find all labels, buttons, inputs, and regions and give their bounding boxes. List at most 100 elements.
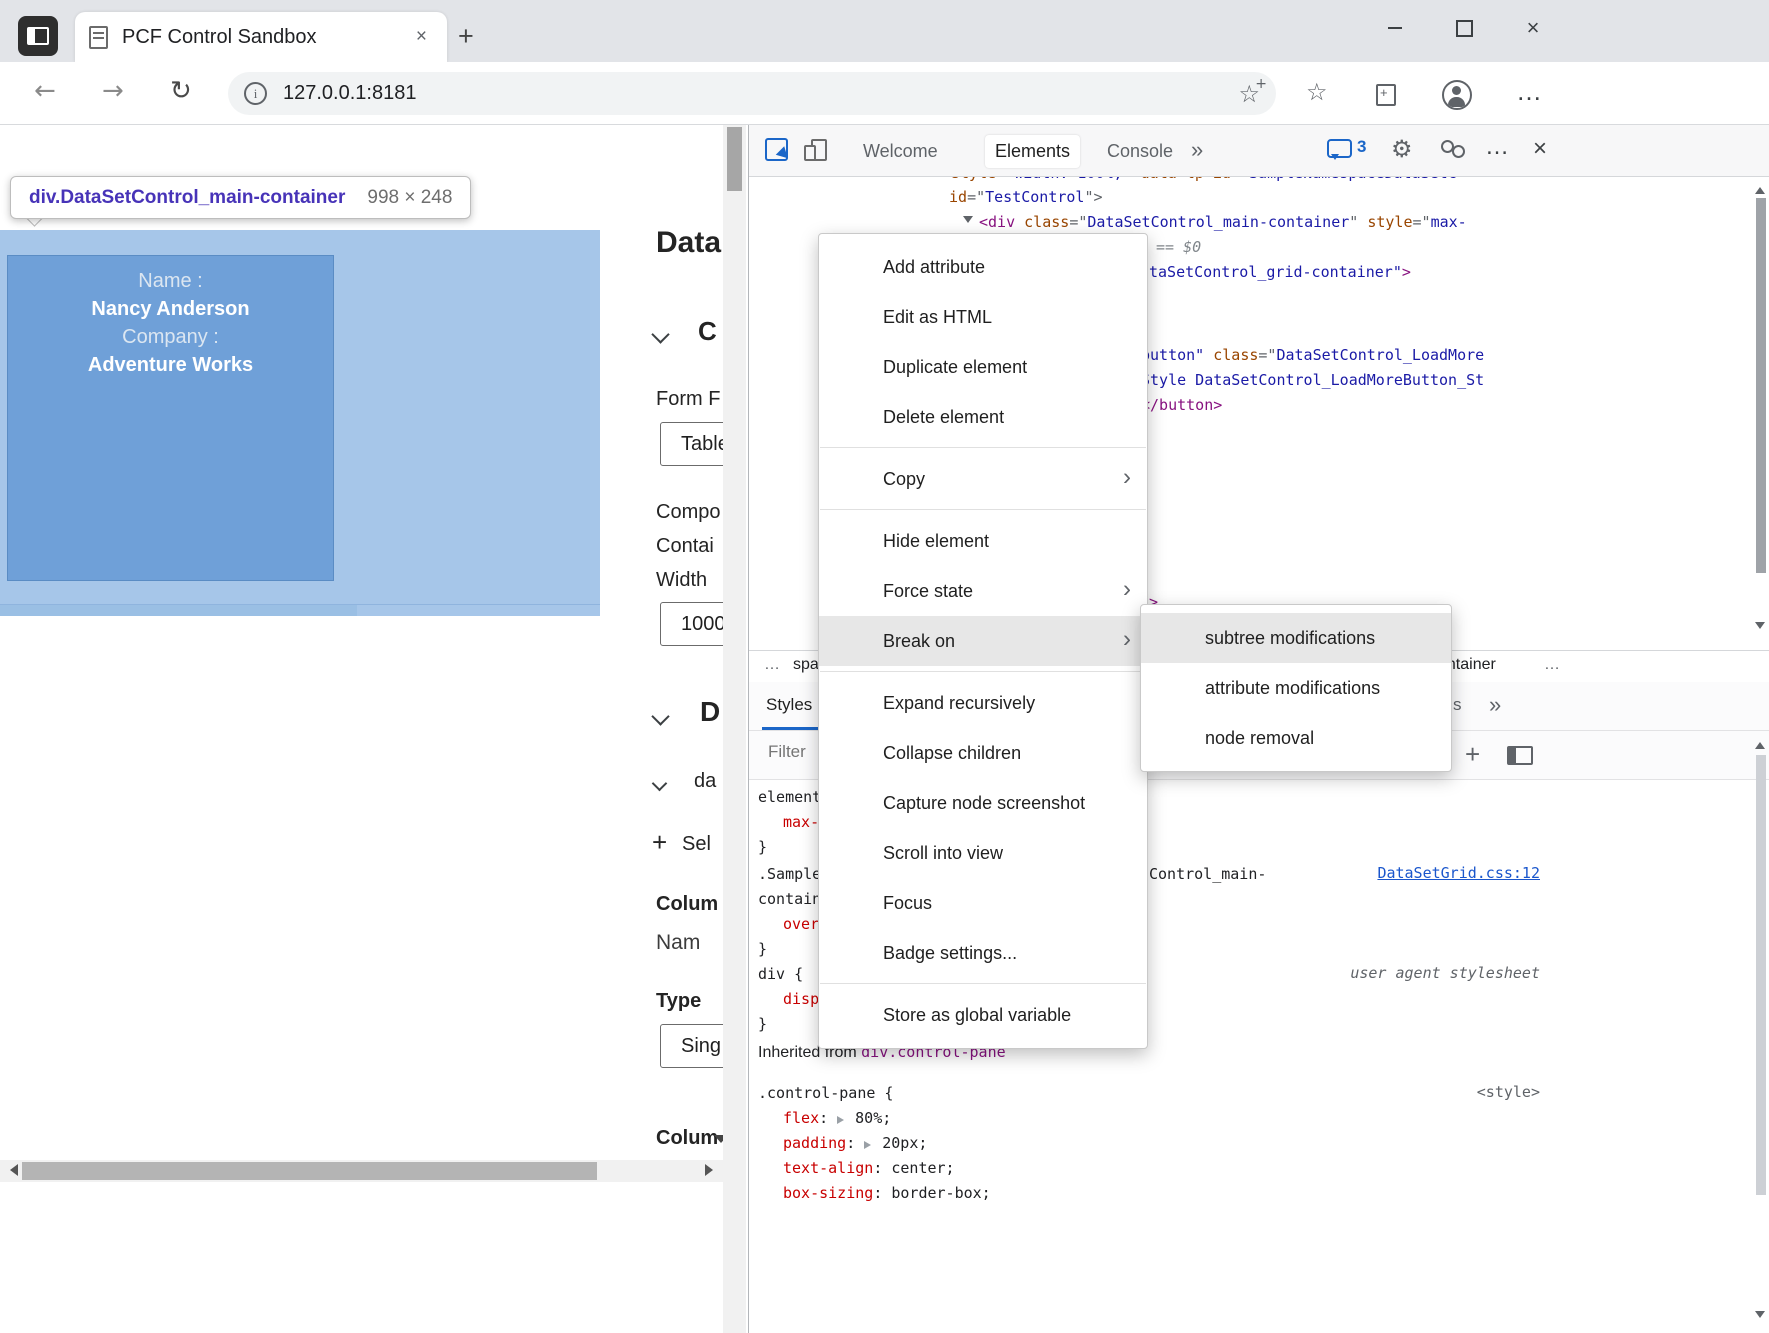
select-column-link[interactable]: Sel (682, 833, 711, 856)
breadcrumb-ellipsis[interactable]: … (1544, 656, 1560, 674)
devtools-menu-icon[interactable]: … (1485, 133, 1510, 161)
company-label: Company : (7, 323, 334, 351)
browser-tab[interactable]: PCF Control Sandbox × (75, 12, 447, 62)
refresh-button[interactable]: ↻ (170, 76, 192, 106)
code-fragment: </button> (1141, 395, 1222, 415)
vertical-scroll-thumb[interactable] (727, 127, 742, 191)
sidebar-toggle-icon[interactable] (1507, 746, 1533, 765)
code-fragment: flex:80%; (783, 1108, 891, 1128)
menu-item[interactable]: Break on› (819, 616, 1147, 666)
scroll-up-icon[interactable] (1755, 737, 1765, 749)
more-tabs-icon[interactable]: » (1191, 137, 1203, 163)
window-minimize-button[interactable] (1372, 8, 1418, 48)
forward-button[interactable]: → (102, 76, 124, 106)
menu-item[interactable]: Badge settings... (819, 928, 1147, 978)
menu-item[interactable]: subtree modifications (1141, 613, 1451, 663)
code-fragment: taSetControl_grid-container"> (1149, 262, 1411, 282)
menu-item[interactable]: Focus (819, 878, 1147, 928)
inspect-element-icon[interactable] (765, 138, 788, 161)
user-agent-stylesheet-note: user agent stylesheet (1350, 964, 1540, 982)
tab-welcome[interactable]: Welcome (853, 135, 948, 168)
workspace-icon[interactable] (18, 16, 58, 56)
menu-item[interactable]: Expand recursively (819, 678, 1147, 728)
code-fragment: box-sizing: border-box; (783, 1183, 991, 1203)
settings-gear-icon[interactable]: ⚙ (1391, 135, 1413, 163)
stylesheet-link[interactable]: DataSetGrid.css:12 (1377, 864, 1540, 882)
menu-item-label: Focus (883, 893, 932, 914)
chevron-down-icon[interactable] (652, 776, 668, 792)
tab-close-icon[interactable]: × (410, 24, 433, 50)
favorites-icon[interactable]: ☆ (1306, 78, 1328, 106)
menu-item[interactable]: Delete element (819, 392, 1147, 442)
menu-item[interactable]: Store as global variable (819, 990, 1147, 1040)
issues-count: 3 (1357, 137, 1366, 157)
clipped-tab-label[interactable]: s (1453, 695, 1462, 715)
scroll-right-icon[interactable] (705, 1164, 719, 1176)
elements-scroll-thumb[interactable] (1756, 198, 1766, 573)
scroll-down-icon[interactable] (1755, 622, 1765, 634)
window-maximize-button[interactable] (1441, 8, 1487, 48)
type-label: Type (656, 990, 701, 1013)
form-factor-select[interactable]: Table (660, 422, 723, 466)
menu-item-label: Delete element (883, 407, 1004, 428)
window-close-button[interactable]: × (1510, 8, 1556, 48)
profile-avatar[interactable] (1442, 80, 1472, 110)
new-style-rule-icon[interactable]: + (1465, 739, 1480, 770)
connection-icon[interactable] (1441, 140, 1465, 158)
code-fragment: Control_main- (1149, 864, 1266, 884)
width-input[interactable]: 1000 (660, 602, 723, 646)
breadcrumb-ellipsis[interactable]: … (764, 656, 780, 674)
styles-scroll-thumb[interactable] (1756, 755, 1766, 1195)
menu-item[interactable]: Collapse children (819, 728, 1147, 778)
record-card: Name : Nancy Anderson Company : Adventur… (7, 267, 334, 379)
menu-item[interactable]: Edit as HTML (819, 292, 1147, 342)
code-fragment: .control-pane { (758, 1083, 893, 1103)
tooltip-dimensions: 998 × 248 (367, 187, 452, 209)
issues-icon[interactable] (1327, 139, 1352, 158)
chevron-down-icon[interactable] (651, 325, 669, 343)
tab-console[interactable]: Console (1097, 135, 1183, 168)
back-button[interactable]: ← (34, 76, 56, 106)
menu-item[interactable]: node removal (1141, 713, 1451, 763)
code-fragment: } (758, 939, 767, 959)
add-icon[interactable]: + (652, 827, 667, 858)
scroll-down-icon[interactable] (1755, 1311, 1765, 1323)
collections-icon[interactable] (1376, 84, 1396, 106)
menu-item[interactable]: Copy› (819, 454, 1147, 504)
address-bar[interactable]: 127.0.0.1:8181 ☆ (228, 72, 1276, 115)
add-favorite-icon[interactable]: ☆ (1238, 80, 1260, 108)
scroll-up-icon[interactable] (1755, 182, 1765, 194)
chevron-down-icon[interactable] (651, 707, 669, 725)
code-fragment: button" class="DataSetControl_LoadMore (1141, 345, 1484, 365)
scroll-left-icon[interactable] (4, 1164, 18, 1176)
devtools-close-icon[interactable]: × (1533, 135, 1547, 163)
browser-menu-icon[interactable]: … (1516, 76, 1543, 107)
code-fragment: text-align: center; (783, 1158, 955, 1178)
device-toolbar-icon[interactable] (811, 139, 827, 161)
menu-item[interactable]: Force state› (819, 566, 1147, 616)
horizontal-scrollbar[interactable] (0, 1160, 723, 1182)
expand-arrow-icon[interactable] (963, 216, 973, 228)
tab-elements[interactable]: Elements (985, 135, 1080, 168)
vertical-scrollbar[interactable] (723, 125, 746, 1333)
menu-separator (820, 671, 1146, 672)
menu-item-label: Break on (883, 631, 955, 652)
breadcrumb-item[interactable]: spa (793, 656, 819, 674)
dropdown-caret-icon[interactable] (714, 1135, 723, 1150)
menu-item[interactable]: Scroll into view (819, 828, 1147, 878)
menu-item[interactable]: attribute modifications (1141, 663, 1451, 713)
site-info-icon[interactable] (244, 82, 267, 105)
menu-item-label: Add attribute (883, 257, 985, 278)
menu-separator (820, 447, 1146, 448)
menu-item[interactable]: Hide element (819, 516, 1147, 566)
horizontal-scroll-thumb[interactable] (22, 1162, 597, 1180)
active-tab-underline (762, 727, 822, 730)
menu-item[interactable]: Duplicate element (819, 342, 1147, 392)
menu-item[interactable]: Add attribute (819, 242, 1147, 292)
type-select[interactable]: Sing (660, 1024, 723, 1068)
new-tab-button[interactable]: + (458, 22, 474, 50)
tab-styles[interactable]: Styles (766, 695, 812, 715)
style-tag-link[interactable]: <style> (1477, 1083, 1540, 1101)
menu-item[interactable]: Capture node screenshot (819, 778, 1147, 828)
more-panels-icon[interactable]: » (1489, 692, 1501, 718)
